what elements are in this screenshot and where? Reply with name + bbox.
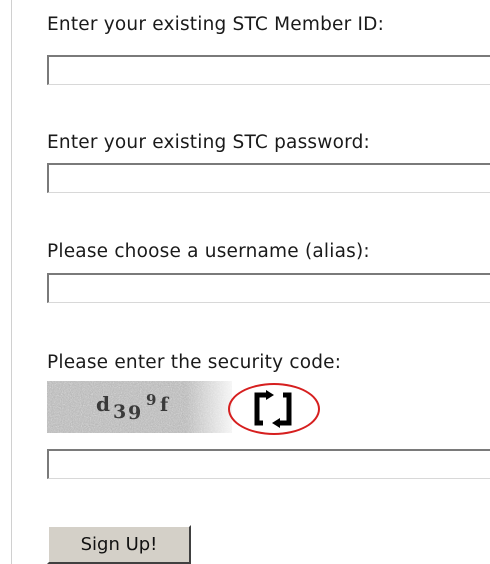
refresh-icon[interactable] [252, 389, 294, 429]
svg-text:3: 3 [113, 401, 126, 423]
security-code-label: Please enter the security code: [47, 352, 342, 373]
signup-page: Enter your existing STC Member ID: Enter… [0, 0, 490, 564]
sign-up-button[interactable]: Sign Up! [47, 525, 191, 564]
member-id-label: Enter your existing STC Member ID: [47, 14, 385, 35]
left-divider [11, 0, 12, 564]
svg-text:9: 9 [146, 391, 156, 409]
fields-clip [0, 0, 490, 564]
username-label: Please choose a username (alias): [47, 241, 370, 262]
security-code-field[interactable] [47, 449, 490, 479]
member-id-field[interactable] [47, 55, 490, 85]
svg-text:d: d [96, 392, 110, 416]
captcha-image: d 3 9 9 f [47, 381, 232, 433]
username-field[interactable] [47, 273, 490, 303]
password-label: Enter your existing STC password: [47, 132, 370, 153]
svg-text:9: 9 [128, 402, 141, 424]
password-field[interactable] [47, 163, 490, 193]
